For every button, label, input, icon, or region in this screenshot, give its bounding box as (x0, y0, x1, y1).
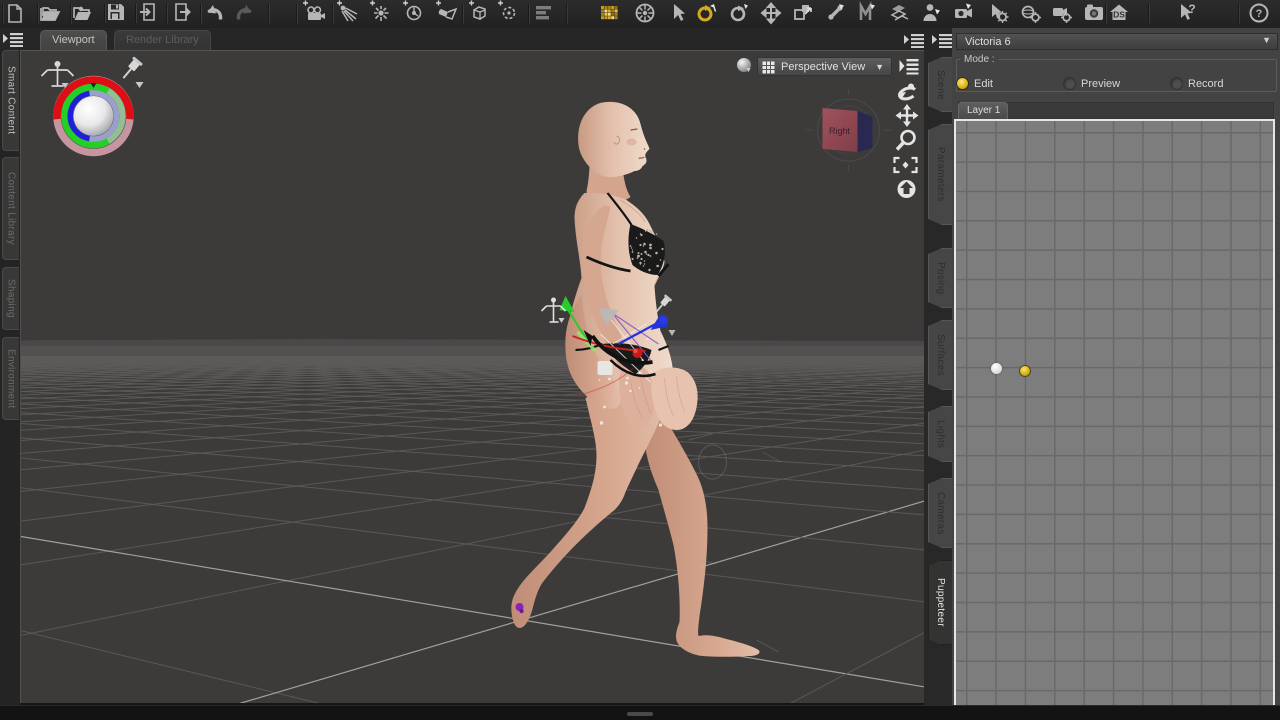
svg-text:Right: Right (829, 126, 851, 136)
svg-text:?: ? (1256, 8, 1263, 20)
svg-text:DS: DS (1113, 10, 1125, 20)
svg-text:?: ? (1188, 2, 1195, 16)
